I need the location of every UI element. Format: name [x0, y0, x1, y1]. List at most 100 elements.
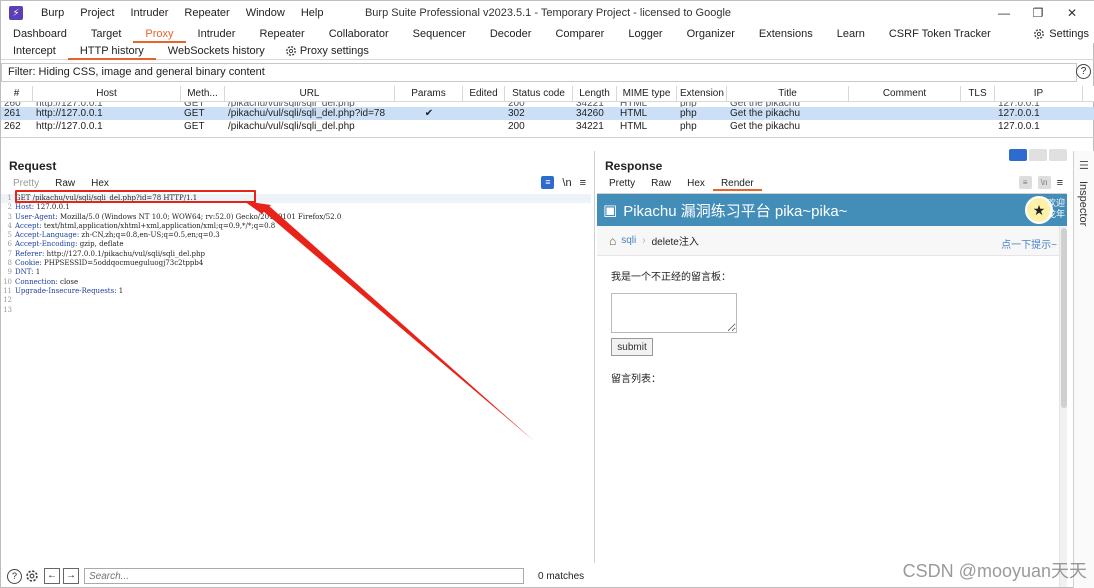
tab-proxy[interactable]: Proxy [133, 25, 186, 43]
line-number: 11 [3, 286, 12, 295]
tab-repeater[interactable]: Repeater [247, 25, 316, 43]
table-cell: 261 [4, 108, 21, 119]
tab-response-hex[interactable]: Hex [679, 177, 713, 191]
menu-icon[interactable]: ≡ [580, 177, 586, 189]
settings-button[interactable]: Settings [1033, 25, 1089, 43]
menu-project[interactable]: Project [72, 7, 122, 19]
breadcrumb-sqli[interactable]: sqli [621, 235, 636, 246]
tab-response-raw[interactable]: Raw [643, 177, 679, 191]
newline-icon[interactable]: \n [562, 177, 571, 189]
word-wrap-icon[interactable]: ≡ [1018, 176, 1032, 189]
menu-burp[interactable]: Burp [33, 7, 72, 19]
inspector-sidebar[interactable]: ☰ Inspector [1073, 151, 1094, 588]
proxy-settings-button[interactable]: Proxy settings [285, 45, 369, 57]
tab-target[interactable]: Target [79, 25, 134, 43]
http-history-table: # Host Meth... URL Params Edited Status code Le… [1, 86, 1094, 138]
maximize-icon[interactable]: ❐ [1021, 6, 1055, 20]
tab-request-pretty[interactable]: Pretty [5, 177, 47, 191]
header-value: PHPSESSID=5oddqocmueguluogj73c2tppb4 [41, 259, 204, 268]
hint-link[interactable]: 点一下提示~ [1001, 236, 1057, 251]
tab-csrf-token-tracker[interactable]: CSRF Token Tracker [877, 25, 1003, 43]
table-row[interactable]: 262 http://127.0.0.1 GET/pikachu/vul/sqli/… [1, 120, 1094, 133]
tab-sequencer[interactable]: Sequencer [401, 25, 478, 43]
header-name: Accept: [15, 221, 42, 230]
table-cell: 262 [4, 121, 21, 132]
tab-dashboard[interactable]: Dashboard [1, 25, 79, 43]
minimize-icon[interactable]: — [987, 6, 1021, 20]
header-value: 127.0.0.1 [34, 203, 70, 212]
line-number: 8 [7, 259, 12, 268]
word-wrap-icon[interactable]: ≡ [541, 176, 555, 189]
header-name: Upgrade-Insecure-Requests: [15, 286, 117, 295]
menu-repeater[interactable]: Repeater [176, 7, 237, 19]
layout-side-by-side-icon[interactable] [1009, 149, 1027, 161]
tab-decoder[interactable]: Decoder [478, 25, 544, 43]
table-cell: Cook [1083, 86, 1094, 101]
menu-intruder[interactable]: Intruder [123, 7, 177, 19]
request-editor[interactable]: 1 GET /pikachu/vul/sqli/sqli_del.php?id=7… [1, 194, 591, 315]
submit-button[interactable]: submit [611, 338, 653, 356]
tab-intercept[interactable]: Intercept [1, 43, 68, 60]
message-board: 我是一个不正经的留言板： submit 留言列表： [597, 268, 1067, 385]
table-cell [395, 120, 463, 133]
line-number: 9 [7, 268, 12, 277]
main-tab-bar: Dashboard Target Proxy Intruder Repeater… [1, 25, 1094, 43]
tab-learn[interactable]: Learn [825, 25, 877, 43]
table-cell: Get the pikachu [730, 108, 801, 119]
layout-single-icon[interactable] [1049, 149, 1067, 161]
tab-comparer[interactable]: Comparer [543, 25, 616, 43]
table-cell: /pikachu/vul/sqli/sqli_del.php?id=78 [228, 108, 386, 119]
line-number: 13 [3, 305, 12, 314]
newline-icon[interactable]: \n [1037, 176, 1051, 189]
code-line: 13 [1, 306, 591, 315]
tab-organizer[interactable]: Organizer [675, 25, 747, 43]
menu-window[interactable]: Window [238, 7, 293, 19]
request-pane: Request Pretty Raw Hex ≡ \n ≡ 1 GET /pika… [1, 151, 595, 563]
inspector-label[interactable]: Inspector [1077, 181, 1089, 226]
tab-logger[interactable]: Logger [616, 25, 674, 43]
tab-websockets-history[interactable]: WebSockets history [156, 43, 277, 60]
layout-toggle [1009, 149, 1067, 161]
help-icon[interactable]: ? [7, 568, 22, 584]
table-cell [849, 120, 961, 133]
tab-request-hex[interactable]: Hex [83, 177, 117, 191]
table-cell: 127.0.0.1 [998, 121, 1040, 132]
table-row[interactable]: 261 http://127.0.0.1 GET/pikachu/vul/sqli/… [1, 107, 1094, 120]
render-scrollbar[interactable] [1059, 226, 1067, 587]
inspector-icon[interactable]: ☰ [1079, 159, 1089, 172]
tab-response-render[interactable]: Render [712, 177, 762, 191]
message-textarea[interactable] [611, 293, 737, 333]
code-line: 10 Connection: close [1, 278, 591, 287]
message-list-label: 留言列表： [611, 374, 661, 385]
menu-help[interactable]: Help [293, 7, 332, 19]
menu-icon[interactable]: ≡ [1057, 177, 1063, 189]
search-input[interactable] [84, 568, 524, 584]
table-cell: HTML [620, 108, 648, 119]
table-header: # Host Meth... URL Params Edited Status code Le… [1, 86, 1094, 102]
previous-match-button[interactable]: ← [44, 568, 60, 584]
table-cell: GET [184, 121, 205, 132]
scrollbar-thumb[interactable] [1061, 228, 1067, 408]
table-cell: Extension [677, 86, 727, 101]
tab-collaborator[interactable]: Collaborator [317, 25, 401, 43]
close-icon[interactable]: ✕ [1055, 6, 1089, 20]
line-number: 3 [7, 212, 12, 221]
rendered-page: ▣ Pikachu 漏洞练习平台 pika~pika~ ★ 欢迎龙年 ⌂ sql… [597, 193, 1067, 587]
proxy-settings-label: Proxy settings [299, 45, 369, 57]
tab-request-raw[interactable]: Raw [47, 177, 83, 191]
tab-extensions[interactable]: Extensions [747, 25, 825, 43]
tab-response-pretty[interactable]: Pretty [601, 177, 643, 191]
table-cell: Host [33, 86, 181, 101]
line-number: 12 [3, 296, 12, 305]
next-match-button[interactable]: → [63, 568, 79, 584]
line-number: 7 [7, 249, 12, 258]
tab-intruder[interactable]: Intruder [186, 25, 248, 43]
filter-bar[interactable]: Filter: Hiding CSS, image and general bi… [1, 63, 1077, 82]
table-cell: URL [225, 86, 395, 101]
tab-http-history[interactable]: HTTP history [67, 43, 156, 60]
table-cell [463, 120, 505, 133]
gear-icon[interactable] [25, 569, 39, 583]
header-value: gzip, deflate [77, 240, 124, 249]
layout-stacked-icon[interactable] [1029, 149, 1047, 161]
help-icon[interactable]: ? [1076, 64, 1091, 79]
